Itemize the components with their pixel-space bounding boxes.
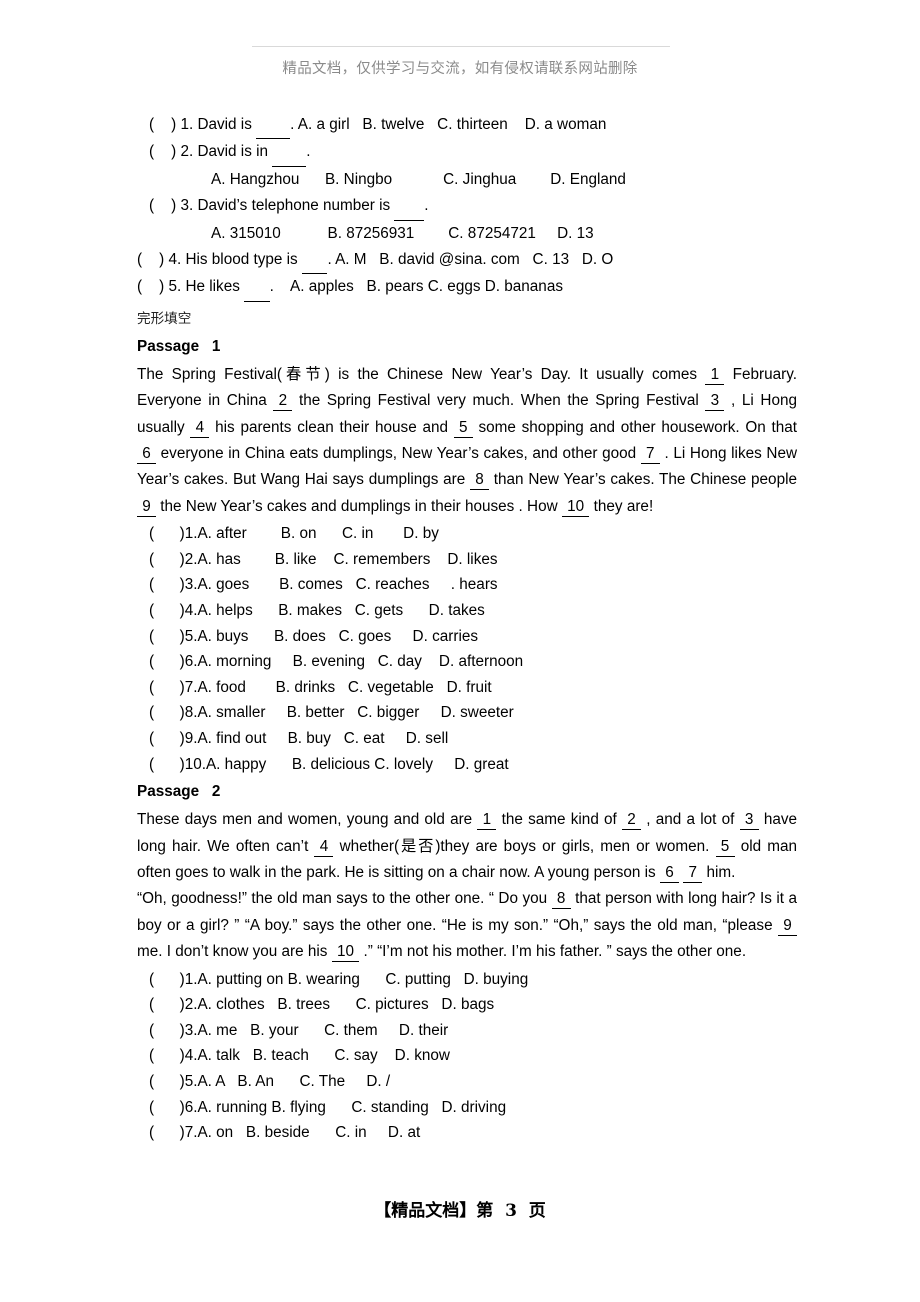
choice-row: ( )4.A. talk B. teach C. say D. know: [149, 1047, 450, 1065]
passage-1-text: The Spring Festival(春节) is the Chinese N…: [137, 365, 798, 517]
question-options: A. 315010 B. 87256931 C. 87254721 D. 13: [211, 224, 594, 242]
choice-row: ( )3.A. me B. your C. them D. their: [149, 1021, 449, 1039]
passage-2-title: Passage 2: [137, 783, 221, 801]
choice-row: ( )5.A. A B. An C. The D. /: [149, 1073, 391, 1091]
choice-row: ( )10.A. happy B. delicious C. lovely D.…: [149, 755, 509, 773]
choice-row: ( )6.A. morning B. evening C. day D. aft…: [149, 653, 524, 671]
choice-row: ( )6.A. running B. flying C. standing D.…: [149, 1098, 507, 1116]
choice-row: ( )3.A. goes B. comes C. reaches . hears: [149, 576, 498, 594]
page-footer: 【精品文档】第 3 页: [374, 1201, 546, 1221]
passage-2-choices: ( )1.A. putting on B. wearing C. putting…: [137, 967, 797, 1146]
passage-2-text-part2: “Oh, goodness!” the old man says to the …: [137, 890, 798, 963]
choice-row: ( )1.A. putting on B. wearing C. putting…: [149, 970, 529, 988]
passage-1-choices: ( )1.A. after B. on C. in D. by ( )2.A. …: [137, 521, 797, 777]
choice-row: ( )4.A. helps B. makes C. gets D. takes: [149, 602, 485, 620]
choice-row: ( )7.A. on B. beside C. in D. at: [149, 1124, 421, 1142]
document-page: 精品文档，仅供学习与交流，如有侵权请联系网站删除 ( ) 1. David is…: [0, 0, 920, 1302]
question-item: ( ) 2. David is in .: [137, 139, 797, 167]
header-divider: [252, 46, 670, 47]
question-item: ( ) 5. He likes . A. apples B. pears C. …: [137, 274, 797, 302]
choice-row: ( )8.A. smaller B. better C. bigger D. s…: [149, 704, 514, 722]
choice-row: ( )2.A. clothes B. trees C. pictures D. …: [149, 996, 495, 1014]
question-item: ( ) 1. David is . A. a girl B. twelve C.…: [137, 112, 797, 140]
choice-row: ( )9.A. find out B. buy C. eat D. sell: [149, 730, 449, 748]
document-content: ( ) 1. David is . A. a girl B. twelve C.…: [137, 112, 797, 1146]
passage-1-title: Passage 1: [137, 337, 221, 355]
section-label-cloze: 完形填空: [137, 310, 192, 327]
question-item: ( ) 3. David’s telephone number is .: [137, 193, 797, 221]
choice-row: ( )5.A. buys B. does C. goes D. carries: [149, 627, 478, 645]
question-options: A. Hangzhou B. Ningbo C. Jinghua D. Engl…: [211, 170, 626, 188]
choice-row: ( )2.A. has B. like C. remembers D. like…: [149, 550, 498, 568]
header-notice: 精品文档，仅供学习与交流，如有侵权请联系网站删除: [282, 61, 638, 77]
question-item: ( ) 4. His blood type is . A. M B. david…: [137, 247, 797, 275]
choice-row: ( )1.A. after B. on C. in D. by: [149, 525, 439, 543]
passage-2-text-part1: These days men and women, young and old …: [137, 811, 798, 884]
choice-row: ( )7.A. food B. drinks C. vegetable D. f…: [149, 678, 492, 696]
